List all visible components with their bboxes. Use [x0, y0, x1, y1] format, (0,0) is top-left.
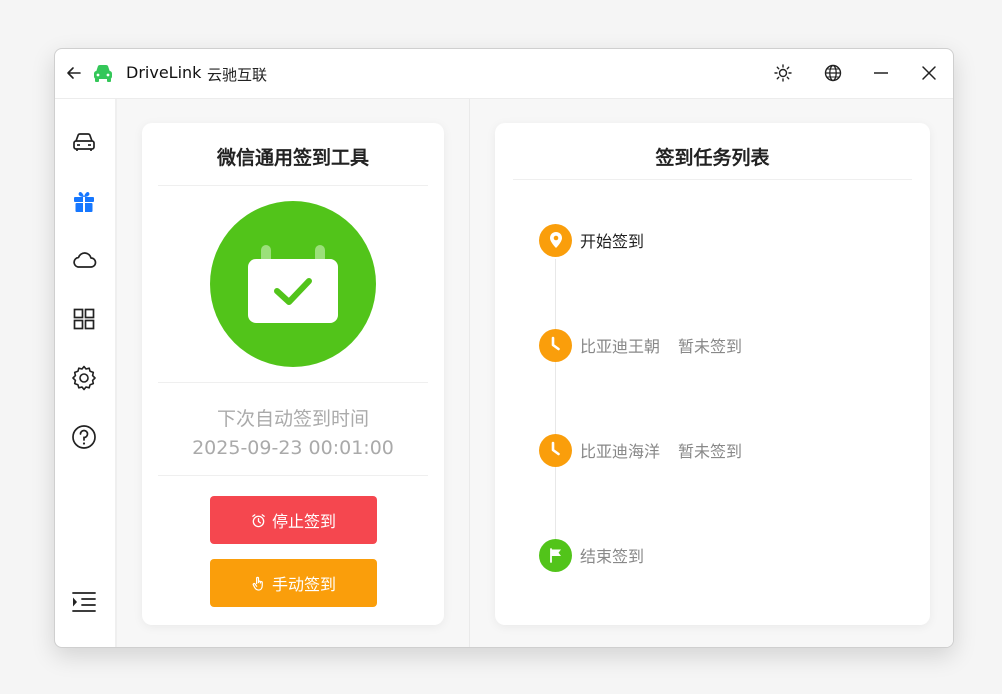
menu-collapse-icon[interactable]: [70, 588, 98, 616]
task-status: 暂未签到: [678, 442, 743, 461]
help-icon[interactable]: [70, 423, 98, 451]
timeline-item-end: 结束签到: [539, 538, 644, 572]
next-signin-label: 下次自动签到时间: [216, 408, 369, 430]
task-label: 比亚迪王朝: [580, 337, 661, 356]
next-signin-time: 2025-09-23 00:01:00: [192, 437, 394, 459]
location-pin-icon: [539, 223, 572, 257]
gift-icon[interactable]: [70, 187, 98, 215]
close-icon[interactable]: [919, 63, 939, 83]
clock-icon: [539, 433, 572, 467]
timeline-item-task: 比亚迪王朝 暂未签到: [539, 328, 742, 362]
car-logo-icon: [94, 65, 112, 82]
calendar-check-badge: [210, 201, 376, 367]
divider: [158, 185, 428, 186]
back-arrow-icon[interactable]: [64, 63, 84, 83]
cloud-icon[interactable]: [70, 246, 98, 274]
task-list-title: 签到任务列表: [655, 147, 770, 169]
title-bar: DriveLink 云驰互联: [55, 49, 953, 99]
gear-icon[interactable]: [70, 364, 98, 392]
app-title: DriveLink: [126, 63, 202, 82]
calendar-check-icon: [248, 245, 338, 323]
timeline-line: [555, 259, 556, 559]
alarm-clock-icon: [252, 513, 265, 527]
panel-divider: [469, 99, 470, 647]
divider: [158, 475, 428, 476]
task-label: 结束签到: [580, 547, 645, 566]
app-window: DriveLink 云驰互联 微信通用签到工具 下次自动签到时间 2025-09…: [54, 48, 954, 648]
clock-icon: [539, 328, 572, 362]
task-status: 暂未签到: [678, 337, 743, 356]
task-label: 开始签到: [580, 232, 645, 251]
car-icon[interactable]: [70, 128, 98, 156]
task-list-card: 签到任务列表 开始签到 比亚迪王朝 暂未签到 比亚迪海洋 暂未签到 结束签到: [495, 123, 930, 625]
minimize-icon[interactable]: [871, 63, 891, 83]
signin-tool-card: 微信通用签到工具 下次自动签到时间 2025-09-23 00:01:00 停止…: [142, 123, 444, 625]
timeline-item-task: 比亚迪海洋 暂未签到: [539, 433, 742, 467]
timeline-item-start: 开始签到: [539, 223, 644, 257]
app-subtitle: 云驰互联: [207, 66, 268, 84]
flag-icon: [539, 538, 572, 572]
divider: [513, 179, 912, 180]
stop-signin-label: 停止签到: [271, 512, 336, 531]
apps-grid-icon[interactable]: [70, 305, 98, 333]
manual-signin-label: 手动签到: [271, 575, 336, 594]
manual-signin-button[interactable]: 手动签到: [210, 559, 377, 607]
stop-signin-button[interactable]: 停止签到: [210, 496, 377, 544]
hand-pointer-icon: [252, 576, 263, 591]
sidebar: [55, 99, 117, 647]
task-label: 比亚迪海洋: [580, 442, 661, 461]
divider: [158, 382, 428, 383]
theme-sun-icon[interactable]: [773, 63, 793, 83]
signin-tool-title: 微信通用签到工具: [216, 147, 369, 169]
language-globe-icon[interactable]: [823, 63, 843, 83]
